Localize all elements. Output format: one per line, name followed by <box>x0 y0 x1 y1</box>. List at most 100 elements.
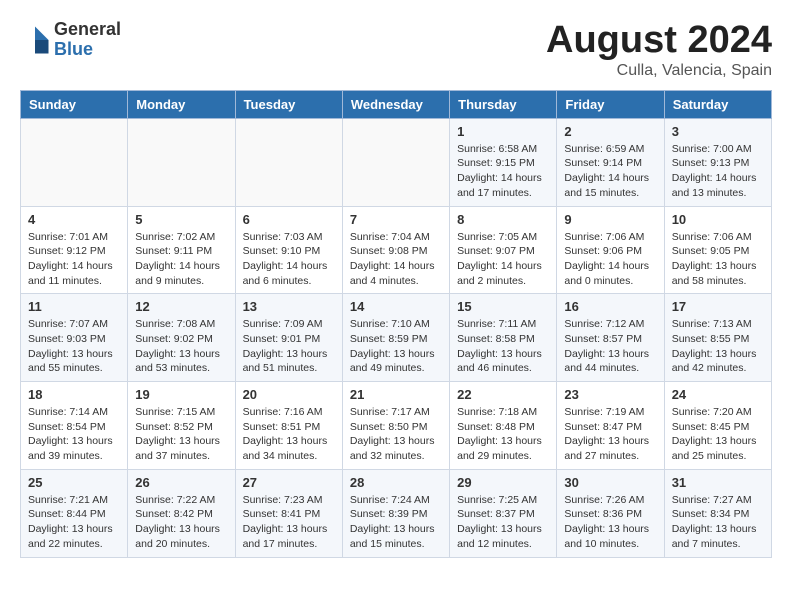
calendar-cell: 23Sunrise: 7:19 AM Sunset: 8:47 PM Dayli… <box>557 382 664 470</box>
day-number: 28 <box>350 475 442 490</box>
calendar-cell: 20 Sunrise: 7:16 AM Sunset: 8:51 PM Dayli… <box>235 382 342 470</box>
calendar-cell <box>128 118 235 206</box>
calendar-cell <box>21 118 128 206</box>
header-row: SundayMondayTuesdayWednesdayThursdayFrid… <box>21 90 772 118</box>
day-number: 5 <box>135 212 227 227</box>
calendar-cell: 9 Sunrise: 7:06 AM Sunset: 9:06 PM Daylig… <box>557 206 664 294</box>
day-number: 9 <box>564 212 656 227</box>
page-header: General Blue August 2024 Culla, Valencia… <box>20 20 772 80</box>
header-day-friday: Friday <box>557 90 664 118</box>
day-number: 17 <box>672 299 764 314</box>
day-number: 31 <box>672 475 764 490</box>
calendar-header: SundayMondayTuesdayWednesdayThursdayFrid… <box>21 90 772 118</box>
calendar-week-1: 1 Sunrise: 6:58 AM Sunset: 9:15 PM Daylig… <box>21 118 772 206</box>
day-info: Sunrise: 7:09 AM Sunset: 9:01 PM Dayligh… <box>243 317 335 376</box>
day-number: 1 <box>457 124 549 139</box>
day-number: 22 <box>457 387 549 402</box>
day-info: Sunrise: 7:06 AM Sunset: 9:05 PM Dayligh… <box>672 230 764 289</box>
day-info: Sunrise: 7:24 AM Sunset: 8:39 PM Dayligh… <box>350 493 442 552</box>
header-day-tuesday: Tuesday <box>235 90 342 118</box>
day-info: Sunrise: 7:07 AM Sunset: 9:03 PM Dayligh… <box>28 317 120 376</box>
day-info: Sunrise: 7:19 AM Sunset: 8:47 PM Dayligh… <box>564 405 656 464</box>
title-block: August 2024 Culla, Valencia, Spain <box>546 20 772 80</box>
calendar-title: August 2024 <box>546 20 772 62</box>
calendar-cell: 15 Sunrise: 7:11 AM Sunset: 8:58 PM Dayli… <box>450 294 557 382</box>
calendar-cell: 16Sunrise: 7:12 AM Sunset: 8:57 PM Dayli… <box>557 294 664 382</box>
day-number: 15 <box>457 299 549 314</box>
calendar-cell: 7 Sunrise: 7:04 AM Sunset: 9:08 PM Daylig… <box>342 206 449 294</box>
day-number: 7 <box>350 212 442 227</box>
day-info: Sunrise: 7:22 AM Sunset: 8:42 PM Dayligh… <box>135 493 227 552</box>
day-number: 10 <box>672 212 764 227</box>
day-info: Sunrise: 7:06 AM Sunset: 9:06 PM Dayligh… <box>564 230 656 289</box>
calendar-cell: 12 Sunrise: 7:08 AM Sunset: 9:02 PM Dayli… <box>128 294 235 382</box>
logo-general: General <box>54 20 121 40</box>
calendar-cell: 25 Sunrise: 7:21 AM Sunset: 8:44 PM Dayli… <box>21 469 128 557</box>
logo: General Blue <box>20 20 121 60</box>
calendar-cell: 28 Sunrise: 7:24 AM Sunset: 8:39 PM Dayli… <box>342 469 449 557</box>
day-info: Sunrise: 7:16 AM Sunset: 8:51 PM Dayligh… <box>243 405 335 464</box>
calendar-cell: 2 Sunrise: 6:59 AM Sunset: 9:14 PM Daylig… <box>557 118 664 206</box>
calendar-cell: 3Sunrise: 7:00 AM Sunset: 9:13 PM Daylig… <box>664 118 771 206</box>
calendar-cell <box>235 118 342 206</box>
day-number: 14 <box>350 299 442 314</box>
calendar-week-4: 18Sunrise: 7:14 AM Sunset: 8:54 PM Dayli… <box>21 382 772 470</box>
day-info: Sunrise: 7:05 AM Sunset: 9:07 PM Dayligh… <box>457 230 549 289</box>
calendar-cell: 26 Sunrise: 7:22 AM Sunset: 8:42 PM Dayli… <box>128 469 235 557</box>
calendar-location: Culla, Valencia, Spain <box>546 62 772 80</box>
calendar-cell: 27Sunrise: 7:23 AM Sunset: 8:41 PM Dayli… <box>235 469 342 557</box>
calendar-week-5: 25 Sunrise: 7:21 AM Sunset: 8:44 PM Dayli… <box>21 469 772 557</box>
day-info: Sunrise: 7:03 AM Sunset: 9:10 PM Dayligh… <box>243 230 335 289</box>
calendar-cell: 6 Sunrise: 7:03 AM Sunset: 9:10 PM Daylig… <box>235 206 342 294</box>
calendar-cell: 11 Sunrise: 7:07 AM Sunset: 9:03 PM Dayli… <box>21 294 128 382</box>
calendar-cell: 19 Sunrise: 7:15 AM Sunset: 8:52 PM Dayli… <box>128 382 235 470</box>
logo-text: General Blue <box>54 20 121 60</box>
calendar-table: SundayMondayTuesdayWednesdayThursdayFrid… <box>20 90 772 558</box>
day-info: Sunrise: 7:10 AM Sunset: 8:59 PM Dayligh… <box>350 317 442 376</box>
calendar-week-3: 11 Sunrise: 7:07 AM Sunset: 9:03 PM Dayli… <box>21 294 772 382</box>
day-number: 21 <box>350 387 442 402</box>
header-day-thursday: Thursday <box>450 90 557 118</box>
day-number: 12 <box>135 299 227 314</box>
day-number: 2 <box>564 124 656 139</box>
calendar-cell: 29Sunrise: 7:25 AM Sunset: 8:37 PM Dayli… <box>450 469 557 557</box>
day-info: Sunrise: 6:59 AM Sunset: 9:14 PM Dayligh… <box>564 142 656 201</box>
day-number: 24 <box>672 387 764 402</box>
calendar-cell: 31Sunrise: 7:27 AM Sunset: 8:34 PM Dayli… <box>664 469 771 557</box>
header-day-monday: Monday <box>128 90 235 118</box>
header-day-saturday: Saturday <box>664 90 771 118</box>
day-number: 27 <box>243 475 335 490</box>
day-info: Sunrise: 7:12 AM Sunset: 8:57 PM Dayligh… <box>564 317 656 376</box>
day-info: Sunrise: 7:15 AM Sunset: 8:52 PM Dayligh… <box>135 405 227 464</box>
day-info: Sunrise: 7:11 AM Sunset: 8:58 PM Dayligh… <box>457 317 549 376</box>
calendar-cell: 21Sunrise: 7:17 AM Sunset: 8:50 PM Dayli… <box>342 382 449 470</box>
day-number: 20 <box>243 387 335 402</box>
day-info: Sunrise: 7:04 AM Sunset: 9:08 PM Dayligh… <box>350 230 442 289</box>
day-number: 19 <box>135 387 227 402</box>
day-info: Sunrise: 7:21 AM Sunset: 8:44 PM Dayligh… <box>28 493 120 552</box>
calendar-cell: 14 Sunrise: 7:10 AM Sunset: 8:59 PM Dayli… <box>342 294 449 382</box>
day-info: Sunrise: 7:00 AM Sunset: 9:13 PM Dayligh… <box>672 142 764 201</box>
header-day-wednesday: Wednesday <box>342 90 449 118</box>
day-number: 4 <box>28 212 120 227</box>
calendar-body: 1 Sunrise: 6:58 AM Sunset: 9:15 PM Daylig… <box>21 118 772 557</box>
day-number: 6 <box>243 212 335 227</box>
calendar-cell: 13Sunrise: 7:09 AM Sunset: 9:01 PM Dayli… <box>235 294 342 382</box>
calendar-cell: 10 Sunrise: 7:06 AM Sunset: 9:05 PM Dayli… <box>664 206 771 294</box>
day-number: 11 <box>28 299 120 314</box>
calendar-cell <box>342 118 449 206</box>
logo-blue: Blue <box>54 40 121 60</box>
day-info: Sunrise: 6:58 AM Sunset: 9:15 PM Dayligh… <box>457 142 549 201</box>
day-number: 30 <box>564 475 656 490</box>
calendar-week-2: 4 Sunrise: 7:01 AM Sunset: 9:12 PM Daylig… <box>21 206 772 294</box>
day-number: 29 <box>457 475 549 490</box>
calendar-cell: 8Sunrise: 7:05 AM Sunset: 9:07 PM Daylig… <box>450 206 557 294</box>
calendar-cell: 24Sunrise: 7:20 AM Sunset: 8:45 PM Dayli… <box>664 382 771 470</box>
day-info: Sunrise: 7:02 AM Sunset: 9:11 PM Dayligh… <box>135 230 227 289</box>
day-info: Sunrise: 7:01 AM Sunset: 9:12 PM Dayligh… <box>28 230 120 289</box>
day-number: 25 <box>28 475 120 490</box>
day-info: Sunrise: 7:08 AM Sunset: 9:02 PM Dayligh… <box>135 317 227 376</box>
day-number: 18 <box>28 387 120 402</box>
calendar-cell: 17Sunrise: 7:13 AM Sunset: 8:55 PM Dayli… <box>664 294 771 382</box>
day-number: 26 <box>135 475 227 490</box>
